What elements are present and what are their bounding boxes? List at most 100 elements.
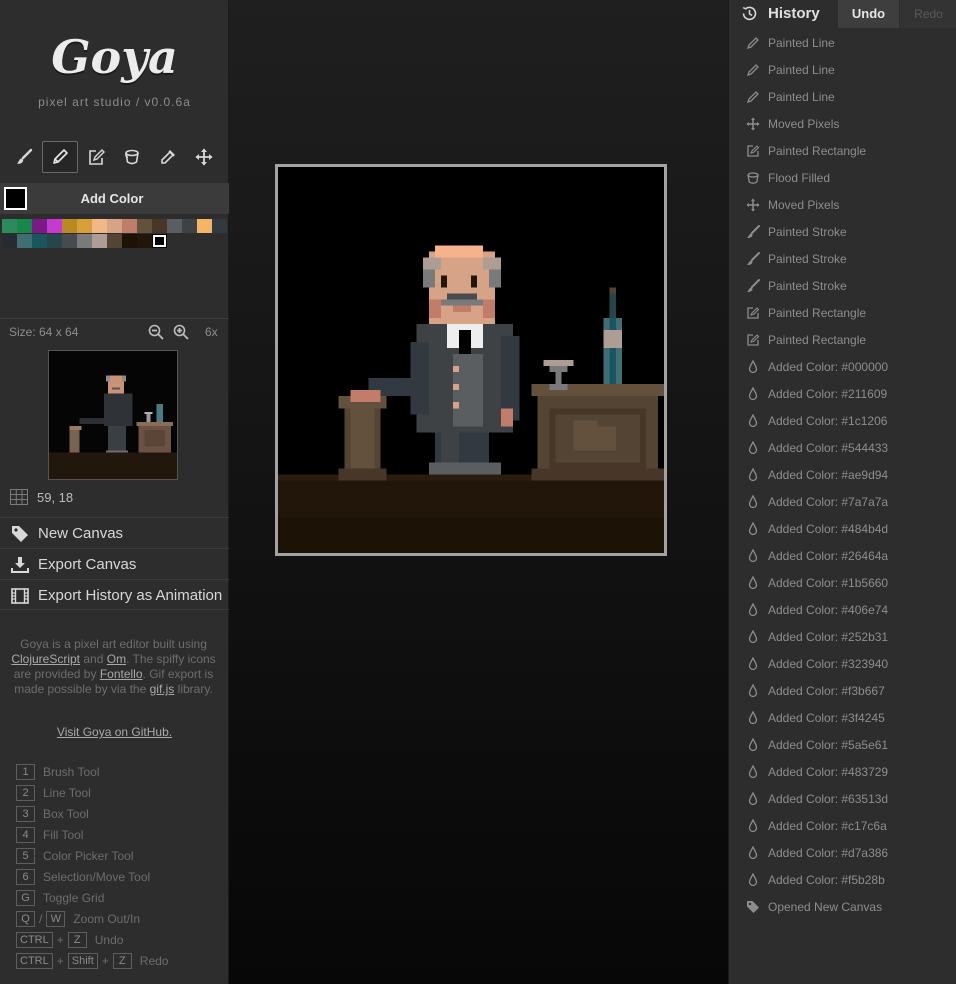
om-link[interactable]: Om xyxy=(107,652,126,666)
history-item[interactable]: Added Color: #ae9d94 xyxy=(729,461,956,488)
palette-swatch[interactable] xyxy=(92,219,107,233)
history-item[interactable]: Painted Stroke xyxy=(729,272,956,299)
history-item[interactable]: Added Color: #406e74 xyxy=(729,596,956,623)
redo-button[interactable]: Redo xyxy=(900,0,956,28)
history-item[interactable]: Added Color: #483729 xyxy=(729,758,956,785)
shortcut-description: Zoom Out/In xyxy=(73,911,141,926)
palette-swatch[interactable] xyxy=(167,219,182,233)
history-item[interactable]: Added Color: #211609 xyxy=(729,380,956,407)
palette-swatch[interactable] xyxy=(107,219,122,233)
palette-swatch[interactable] xyxy=(62,234,77,248)
palette-swatch[interactable] xyxy=(197,219,212,233)
edit-box-icon xyxy=(89,149,105,165)
palette-swatch[interactable] xyxy=(2,234,17,248)
fill-tool-button[interactable] xyxy=(114,141,150,173)
history-item[interactable]: Added Color: #544433 xyxy=(729,434,956,461)
history-item-label: Added Color: #544433 xyxy=(768,441,889,455)
palette-swatch[interactable] xyxy=(77,234,92,248)
history-item[interactable]: Painted Line xyxy=(729,29,956,56)
history-item[interactable]: Added Color: #5a5e61 xyxy=(729,731,956,758)
history-item[interactable]: Painted Rectangle xyxy=(729,326,956,353)
palette-swatch[interactable] xyxy=(122,219,137,233)
history-item-label: Added Color: #26464a xyxy=(768,549,889,563)
box-tool-button[interactable] xyxy=(78,141,114,173)
palette-swatch[interactable] xyxy=(152,219,167,233)
shortcut-separator: + xyxy=(101,953,109,968)
palette-swatch[interactable] xyxy=(47,234,62,248)
move-tool-button[interactable] xyxy=(186,141,222,173)
history-item[interactable]: Painted Line xyxy=(729,56,956,83)
droplet-icon xyxy=(748,603,758,617)
history-item[interactable]: Added Color: #f3b667 xyxy=(729,677,956,704)
current-color-swatch[interactable] xyxy=(4,187,27,210)
history-item[interactable]: Painted Stroke xyxy=(729,218,956,245)
history-item[interactable]: Added Color: #d7a386 xyxy=(729,839,956,866)
undo-button[interactable]: Undo xyxy=(838,0,899,28)
export-history-button[interactable]: Export History as Animation xyxy=(0,579,229,610)
github-link[interactable]: Visit Goya on GitHub. xyxy=(0,725,229,739)
history-item-label: Added Color: #f3b667 xyxy=(768,684,885,698)
palette-swatch[interactable] xyxy=(212,219,227,233)
palette-swatch[interactable] xyxy=(2,219,17,233)
history-item[interactable]: Added Color: #26464a xyxy=(729,542,956,569)
droplet-icon xyxy=(748,657,758,671)
grid-icon[interactable] xyxy=(10,489,28,505)
history-item[interactable]: Painted Rectangle xyxy=(729,299,956,326)
history-item-label: Painted Rectangle xyxy=(768,333,867,347)
pencil-icon xyxy=(746,64,759,77)
zoom-level: 6x xyxy=(205,325,218,339)
palette-swatch[interactable] xyxy=(47,219,62,233)
history-item[interactable]: Flood Filled xyxy=(729,164,956,191)
droplet-icon xyxy=(748,846,758,860)
shortcut-description: Color Picker Tool xyxy=(43,848,134,863)
palette-swatch[interactable] xyxy=(107,234,122,248)
history-item[interactable]: Added Color: #c17c6a xyxy=(729,812,956,839)
fontello-link[interactable]: Fontello xyxy=(100,667,143,681)
palette-swatch[interactable] xyxy=(137,219,152,233)
gifjs-link[interactable]: gif.js xyxy=(150,682,175,696)
history-item[interactable]: Moved Pixels xyxy=(729,191,956,218)
history-item-label: Added Color: #7a7a7a xyxy=(768,495,889,509)
history-item[interactable]: Added Color: #252b31 xyxy=(729,623,956,650)
clojurescript-link[interactable]: ClojureScript xyxy=(11,652,80,666)
history-item[interactable]: Added Color: #1b5660 xyxy=(729,569,956,596)
line-tool-button[interactable] xyxy=(42,141,78,173)
canvas-thumbnail[interactable] xyxy=(48,350,178,480)
history-item[interactable]: Painted Line xyxy=(729,83,956,110)
history-item[interactable]: Added Color: #7a7a7a xyxy=(729,488,956,515)
history-item[interactable]: Painted Rectangle xyxy=(729,137,956,164)
shortcut-key: 6 xyxy=(16,868,35,885)
history-item[interactable]: Added Color: #484b4d xyxy=(729,515,956,542)
history-item[interactable]: Moved Pixels xyxy=(729,110,956,137)
palette-swatch[interactable] xyxy=(62,219,77,233)
droplet-icon xyxy=(748,387,758,401)
history-item[interactable]: Added Color: #f5b28b xyxy=(729,866,956,893)
palette-swatch[interactable] xyxy=(92,234,107,248)
palette-swatch[interactable] xyxy=(152,234,167,248)
new-canvas-button[interactable]: New Canvas xyxy=(0,517,229,548)
history-item[interactable]: Added Color: #323940 xyxy=(729,650,956,677)
palette-swatch[interactable] xyxy=(122,234,137,248)
palette-swatch[interactable] xyxy=(32,234,47,248)
zoom-in-icon[interactable] xyxy=(173,324,189,340)
about-text-5: library. xyxy=(177,682,213,696)
palette-swatch[interactable] xyxy=(77,219,92,233)
history-item[interactable]: Added Color: #000000 xyxy=(729,353,956,380)
export-canvas-button[interactable]: Export Canvas xyxy=(0,548,229,579)
drawing-canvas[interactable] xyxy=(275,164,667,556)
brush-tool-button[interactable] xyxy=(6,141,42,173)
zoom-out-icon[interactable] xyxy=(148,324,164,340)
picker-tool-button[interactable] xyxy=(150,141,186,173)
history-item[interactable]: Added Color: #3f4245 xyxy=(729,704,956,731)
history-item[interactable]: Added Color: #1c1206 xyxy=(729,407,956,434)
history-item[interactable]: Added Color: #63513d xyxy=(729,785,956,812)
add-color-button[interactable]: Add Color xyxy=(36,183,188,214)
history-item[interactable]: Opened New Canvas xyxy=(729,893,956,920)
history-item[interactable]: Painted Stroke xyxy=(729,245,956,272)
palette-swatch[interactable] xyxy=(137,234,152,248)
palette-swatch[interactable] xyxy=(17,219,32,233)
palette-swatch[interactable] xyxy=(182,219,197,233)
palette-swatch[interactable] xyxy=(17,234,32,248)
shortcut-row: 2 Line Tool xyxy=(16,782,226,803)
palette-swatch[interactable] xyxy=(32,219,47,233)
